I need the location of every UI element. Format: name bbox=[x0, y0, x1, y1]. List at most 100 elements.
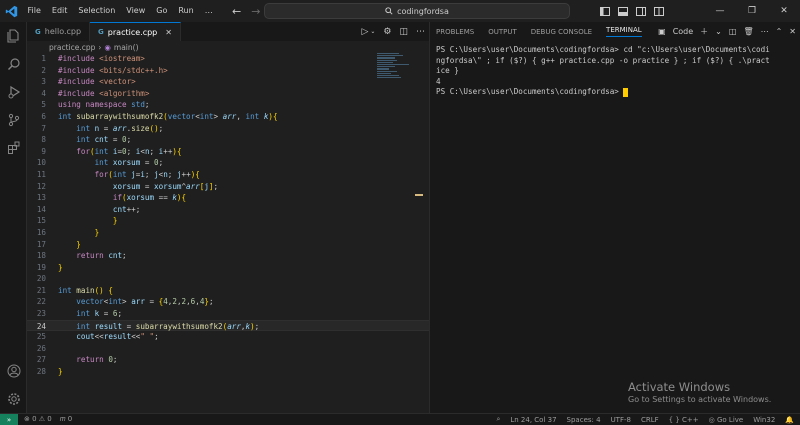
toggle-panel-icon[interactable] bbox=[618, 6, 628, 16]
terminal-prompt-line: PS C:\Users\user\Documents\codingfordsa> bbox=[436, 87, 794, 98]
code-line[interactable]: 28} bbox=[27, 366, 429, 378]
code-line[interactable]: 5 using namespace std; bbox=[27, 99, 429, 111]
code-text: int n = arr.size(); bbox=[76, 123, 164, 133]
zoom-icon[interactable]: ⌕ bbox=[496, 415, 500, 424]
run-dropdown-icon[interactable]: ⌄ bbox=[370, 28, 375, 35]
code-line[interactable]: 9 for(int i=0; i<n; i++){ bbox=[27, 146, 429, 158]
code-line[interactable]: 27 return 0; bbox=[27, 354, 429, 366]
split-terminal-icon[interactable]: ◫ bbox=[729, 27, 737, 36]
remote-indicator-icon[interactable]: » bbox=[0, 413, 18, 425]
restore-icon[interactable]: ❐ bbox=[736, 0, 768, 22]
code-line[interactable]: 11 for(int j=i; j<n; j++){ bbox=[27, 169, 429, 181]
search-sidebar-icon[interactable] bbox=[0, 50, 27, 78]
source-control-icon[interactable] bbox=[0, 106, 27, 134]
forward-arrow-icon[interactable]: → bbox=[251, 5, 260, 18]
code-line[interactable]: 7 int n = arr.size(); bbox=[27, 123, 429, 135]
run-file-icon[interactable]: ▷ bbox=[361, 27, 368, 37]
accounts-icon[interactable] bbox=[0, 357, 27, 385]
code-line[interactable]: 21 int main() { bbox=[27, 285, 429, 297]
problems-indicator[interactable]: ⊗ 0 ⚠ 0 bbox=[24, 415, 52, 424]
trash-icon[interactable]: 🗑 bbox=[743, 27, 753, 36]
code-line[interactable]: 14 cnt++; bbox=[27, 204, 429, 216]
code-line[interactable]: 16 } bbox=[27, 227, 429, 239]
code-line[interactable]: 6 int subarraywithsumofk2(vector<int> arr… bbox=[27, 111, 429, 123]
code-line[interactable]: 4 #include <algorithm> bbox=[27, 88, 429, 100]
code-line[interactable]: 24 int result = subarraywithsumofk2(arr,… bbox=[27, 319, 429, 332]
encoding[interactable]: UTF-8 bbox=[611, 416, 631, 424]
maximize-panel-icon[interactable]: ⌃ bbox=[776, 27, 783, 36]
notifications-bell-icon[interactable]: 🔔 bbox=[785, 416, 794, 424]
ports-indicator[interactable]: 𝑚 0 bbox=[60, 415, 72, 424]
minimize-icon[interactable]: — bbox=[704, 0, 736, 22]
go-live-button[interactable]: ◎ Go Live bbox=[709, 416, 744, 424]
explorer-icon[interactable] bbox=[0, 22, 27, 50]
tab-problems[interactable]: PROBLEMS bbox=[436, 28, 474, 36]
line-number: 13 bbox=[36, 193, 46, 203]
menu-file[interactable]: File bbox=[22, 0, 46, 22]
tab-output[interactable]: OUTPUT bbox=[488, 28, 517, 36]
new-terminal-icon[interactable]: ＋ bbox=[700, 26, 708, 37]
extensions-icon[interactable] bbox=[0, 134, 27, 162]
code-text: int xorsum = 0; bbox=[94, 158, 164, 168]
manage-gear-icon[interactable] bbox=[0, 385, 27, 413]
menu-view[interactable]: View bbox=[121, 0, 151, 22]
breadcrumb-symbol[interactable]: main() bbox=[114, 43, 139, 52]
ports-count: 0 bbox=[67, 415, 73, 423]
indentation[interactable]: Spaces: 4 bbox=[567, 416, 601, 424]
code-line[interactable]: 18 return cnt; bbox=[27, 250, 429, 262]
more-actions-icon[interactable]: ⋯ bbox=[761, 27, 769, 36]
close-tab-icon[interactable]: ✕ bbox=[165, 28, 172, 37]
breadcrumb-file[interactable]: practice.cpp bbox=[49, 43, 95, 52]
toggle-secondary-sidebar-icon[interactable] bbox=[636, 6, 646, 16]
line-number: 22 bbox=[36, 297, 46, 307]
cursor-position[interactable]: Ln 24, Col 37 bbox=[510, 416, 556, 424]
code-text: int subarraywithsumofk2(vector<int> arr,… bbox=[58, 111, 278, 121]
code-line[interactable]: 10 int xorsum = 0; bbox=[27, 157, 429, 169]
menu-run[interactable]: Run bbox=[173, 0, 199, 22]
line-ending[interactable]: CRLF bbox=[641, 416, 659, 424]
code-line[interactable]: 26 bbox=[27, 343, 429, 355]
menu-selection[interactable]: Selection bbox=[73, 0, 121, 22]
language-mode[interactable]: { } C++ bbox=[669, 416, 699, 424]
code-line[interactable]: 25 cout<<result<<" "; bbox=[27, 331, 429, 343]
gear-icon[interactable]: ⚙ bbox=[383, 27, 391, 37]
menu-go[interactable]: Go bbox=[151, 0, 173, 22]
code-line[interactable]: 8 int cnt = 0; bbox=[27, 134, 429, 146]
toggle-sidebar-icon[interactable] bbox=[600, 6, 610, 16]
platform-indicator[interactable]: Win32 bbox=[753, 416, 775, 424]
close-panel-icon[interactable]: ✕ bbox=[789, 27, 796, 36]
code-line[interactable]: 20 bbox=[27, 273, 429, 285]
code-line[interactable]: 12 xorsum = xorsum^arr[j]; bbox=[27, 181, 429, 193]
menu-more[interactable]: … bbox=[199, 0, 218, 22]
customize-layout-icon[interactable] bbox=[654, 6, 664, 16]
menu-edit[interactable]: Edit bbox=[46, 0, 73, 22]
code-line[interactable]: 17 } bbox=[27, 239, 429, 251]
split-editor-icon[interactable]: ◫ bbox=[399, 27, 408, 37]
code-line[interactable]: 19} bbox=[27, 262, 429, 274]
terminal-panel: PROBLEMS OUTPUT DEBUG CONSOLE TERMINAL ▣… bbox=[429, 22, 800, 413]
run-debug-icon[interactable] bbox=[0, 78, 27, 106]
close-icon[interactable]: ✕ bbox=[768, 0, 800, 22]
code-text: } bbox=[112, 216, 118, 226]
more-actions-icon[interactable]: ⋯ bbox=[416, 27, 425, 37]
tab-practice-cpp[interactable]: G practice.cpp ✕ bbox=[90, 22, 181, 41]
code-line[interactable]: 15 } bbox=[27, 215, 429, 227]
chevron-down-icon[interactable]: ⌄ bbox=[715, 27, 722, 36]
code-text: } bbox=[76, 239, 81, 249]
code-line[interactable]: 23 int k = 6; bbox=[27, 308, 429, 320]
terminal-output[interactable]: PS C:\Users\user\Documents\codingfordsa>… bbox=[430, 41, 800, 98]
tab-hello-cpp[interactable]: G hello.cpp bbox=[27, 22, 91, 41]
tab-terminal[interactable]: TERMINAL bbox=[606, 26, 642, 37]
tab-debug-console[interactable]: DEBUG CONSOLE bbox=[531, 28, 592, 36]
terminal-shell-label[interactable]: Code bbox=[673, 27, 693, 36]
command-center-search[interactable]: codingfordsa bbox=[264, 3, 570, 19]
code-lines[interactable]: 1 #include <iostream> 2 #include <bits/stdc… bbox=[27, 53, 429, 378]
code-line[interactable]: 13 if(xorsum == k){ bbox=[27, 192, 429, 204]
minimap[interactable] bbox=[377, 53, 415, 83]
code-line[interactable]: 22 vector<int> arr = {4,2,2,6,4}; bbox=[27, 296, 429, 308]
code-line[interactable]: 2 #include <bits/stdc++.h> bbox=[27, 65, 429, 77]
activate-windows-watermark: Activate Windows Go to Settings to activ… bbox=[628, 380, 771, 406]
code-line[interactable]: 3 #include <vector> bbox=[27, 76, 429, 88]
back-arrow-icon[interactable]: ← bbox=[232, 5, 241, 18]
code-line[interactable]: 1 #include <iostream> bbox=[27, 53, 429, 65]
